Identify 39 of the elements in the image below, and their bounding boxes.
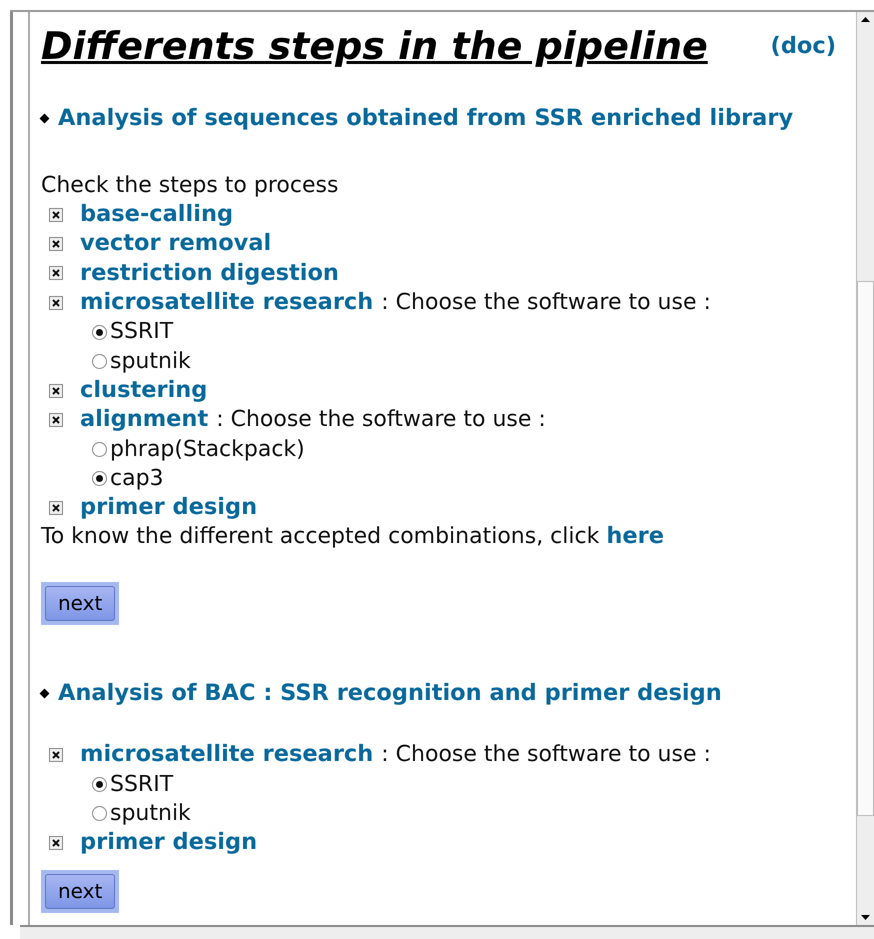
step-checkbox[interactable] <box>49 500 63 515</box>
step-checkbox[interactable] <box>49 296 63 310</box>
step-checkbox[interactable] <box>49 836 63 850</box>
step-link[interactable]: vector removal <box>80 229 272 259</box>
radio-option[interactable]: sputnik <box>92 346 191 376</box>
step-link[interactable]: primer design <box>80 493 258 522</box>
doc-link[interactable]: (doc) <box>770 32 836 62</box>
step-note: : Choose the software to use : <box>381 741 711 770</box>
radio-option[interactable]: sputnik <box>92 798 191 828</box>
radio-option[interactable]: SSRIT <box>92 317 174 347</box>
radio-option[interactable]: cap3 <box>92 464 164 494</box>
radio-option[interactable]: SSRIT <box>92 770 174 799</box>
step-note: : Choose the software to use : <box>216 406 546 434</box>
step-link[interactable]: clustering <box>80 376 208 406</box>
step-checkbox[interactable] <box>49 748 63 762</box>
step-checkbox[interactable] <box>49 237 63 252</box>
step-link[interactable]: base-calling <box>80 200 234 230</box>
step-note: : Choose the software to use : <box>381 289 711 318</box>
step-link[interactable]: alignment <box>80 405 208 435</box>
step-link[interactable]: primer design <box>80 828 258 858</box>
step-link[interactable]: microsatellite research <box>80 288 374 318</box>
step-checkbox[interactable] <box>49 412 63 427</box>
instruction-text: Check the steps to process <box>41 172 340 200</box>
step-checkbox[interactable] <box>49 384 63 398</box>
next-button[interactable]: next <box>41 870 120 913</box>
radio-option[interactable]: phrap(Stackpack) <box>92 434 305 464</box>
bullet-icon <box>40 113 50 124</box>
help-text: To know the different accepted combinations, click here <box>41 522 665 552</box>
page-title: Differents steps in the pipeline <box>41 24 708 70</box>
section-heading-link[interactable]: Analysis of BAC : SSR recognition and primer design <box>58 679 722 708</box>
step-checkbox[interactable] <box>49 266 63 280</box>
step-checkbox[interactable] <box>49 208 63 222</box>
section-heading-link[interactable]: Analysis of sequences obtained from SSR enriched library <box>58 104 794 133</box>
step-link[interactable]: restriction digestion <box>80 258 339 288</box>
next-button[interactable]: next <box>41 582 120 626</box>
here-link[interactable]: here <box>606 523 664 550</box>
step-link[interactable]: microsatellite research <box>80 740 374 770</box>
bullet-icon <box>40 688 50 699</box>
scrollbar-thumb[interactable] <box>857 281 874 816</box>
